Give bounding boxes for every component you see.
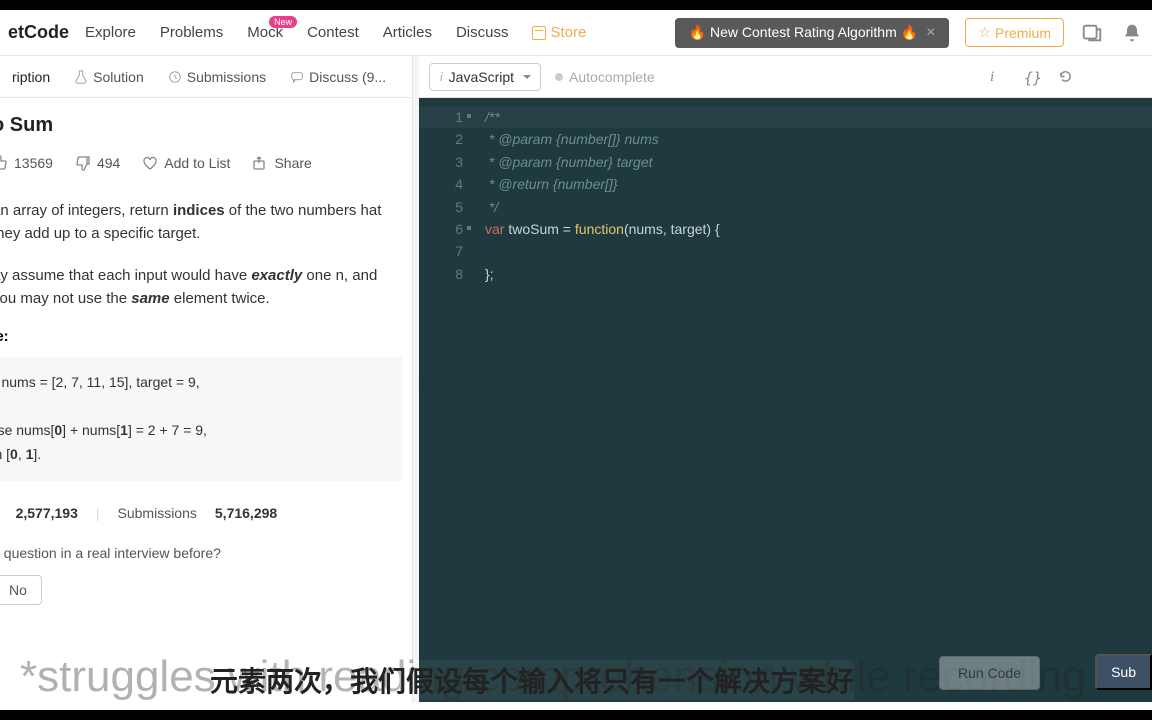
bell-icon[interactable] [1120,21,1144,45]
editor-toolbar: iJavaScript Autocomplete i {} [419,56,1152,98]
language-select[interactable]: iJavaScript [429,63,541,91]
problem-panel: ription Solution Submissions Discuss (9.… [0,56,413,702]
nav-mock[interactable]: MockNew [247,24,283,41]
share-button[interactable]: Share [252,155,311,171]
no-button[interactable]: No [0,575,42,605]
problem-description-1: an array of integers, return indices of … [0,199,402,246]
fullscreen-icon[interactable] [1126,69,1142,85]
playground-icon[interactable] [1080,21,1104,45]
submissions-value: 5,716,298 [215,505,277,521]
problem-description-2: ay assume that each input would have exa… [0,264,402,311]
problem-title: o Sum [0,114,402,137]
run-code-button[interactable]: Run Code [939,656,1040,690]
store-icon [532,26,546,40]
nav-store[interactable]: Store [532,24,586,41]
problem-tabs: ription Solution Submissions Discuss (9.… [0,56,412,98]
interview-question: his question in a real interview before? [0,545,402,561]
nav-discuss[interactable]: Discuss [456,24,509,41]
heart-icon [142,155,158,171]
nav-articles[interactable]: Articles [383,24,432,41]
submissions-label: Submissions [118,505,197,521]
tab-submissions[interactable]: Submissions [156,56,278,97]
nav-explore[interactable]: Explore [85,24,136,41]
thumbs-up-icon [0,155,8,171]
reset-icon[interactable] [1058,69,1074,85]
nav-problems[interactable]: Problems [160,24,223,41]
code-area[interactable]: /** * @param {number[]} nums * @param {n… [475,98,1152,702]
star-icon: ☆ [978,24,991,41]
tab-solution[interactable]: Solution [62,56,156,97]
like-button[interactable]: 13569 [0,155,53,171]
add-to-list-button[interactable]: Add to List [142,155,230,171]
example-code: en nums = [2, 7, 11, 15], target = 9, au… [0,357,402,481]
tab-discuss[interactable]: Discuss (9... [278,56,398,97]
overlay-chinese-subtitle: 元素两次，我们假设每个输入将只有一个解决方案好 [210,660,854,700]
braces-icon[interactable]: {} [1024,69,1040,85]
settings-icon[interactable] [1092,69,1108,85]
problem-stats: ed 2,577,193 | Submissions 5,716,298 [0,505,402,521]
code-editor[interactable]: 1 2 3 4 5 6 7 8 /** * @param {number[]} … [419,98,1152,702]
italic-i-icon: i [440,70,443,84]
example-label: ple: [0,328,402,345]
chat-icon [290,70,304,84]
accepted-value: 2,577,193 [16,505,78,521]
autocomplete-toggle[interactable]: Autocomplete [555,69,655,85]
editor-panel: iJavaScript Autocomplete i {} 1 2 3 4 5 … [419,56,1152,702]
dislike-button[interactable]: 494 [75,155,120,171]
tab-description[interactable]: ription [0,56,62,97]
announcement-text: 🔥 New Contest Rating Algorithm 🔥 [689,24,918,41]
flask-icon [74,70,88,84]
top-navigation: etCode Explore Problems MockNew Contest … [0,10,1152,56]
close-icon[interactable]: × [926,24,935,42]
info-icon[interactable]: i [990,69,1006,85]
thumbs-down-icon [75,155,91,171]
submit-button[interactable]: Sub [1095,654,1152,690]
new-badge: New [269,16,297,28]
share-icon [252,155,268,171]
nav-contest[interactable]: Contest [307,24,359,41]
dot-icon [555,73,563,81]
line-gutter: 1 2 3 4 5 6 7 8 [419,98,475,702]
premium-button[interactable]: ☆Premium [965,18,1064,47]
announcement-banner[interactable]: 🔥 New Contest Rating Algorithm 🔥 × [675,18,950,48]
logo[interactable]: etCode [8,22,69,43]
history-icon [168,70,182,84]
